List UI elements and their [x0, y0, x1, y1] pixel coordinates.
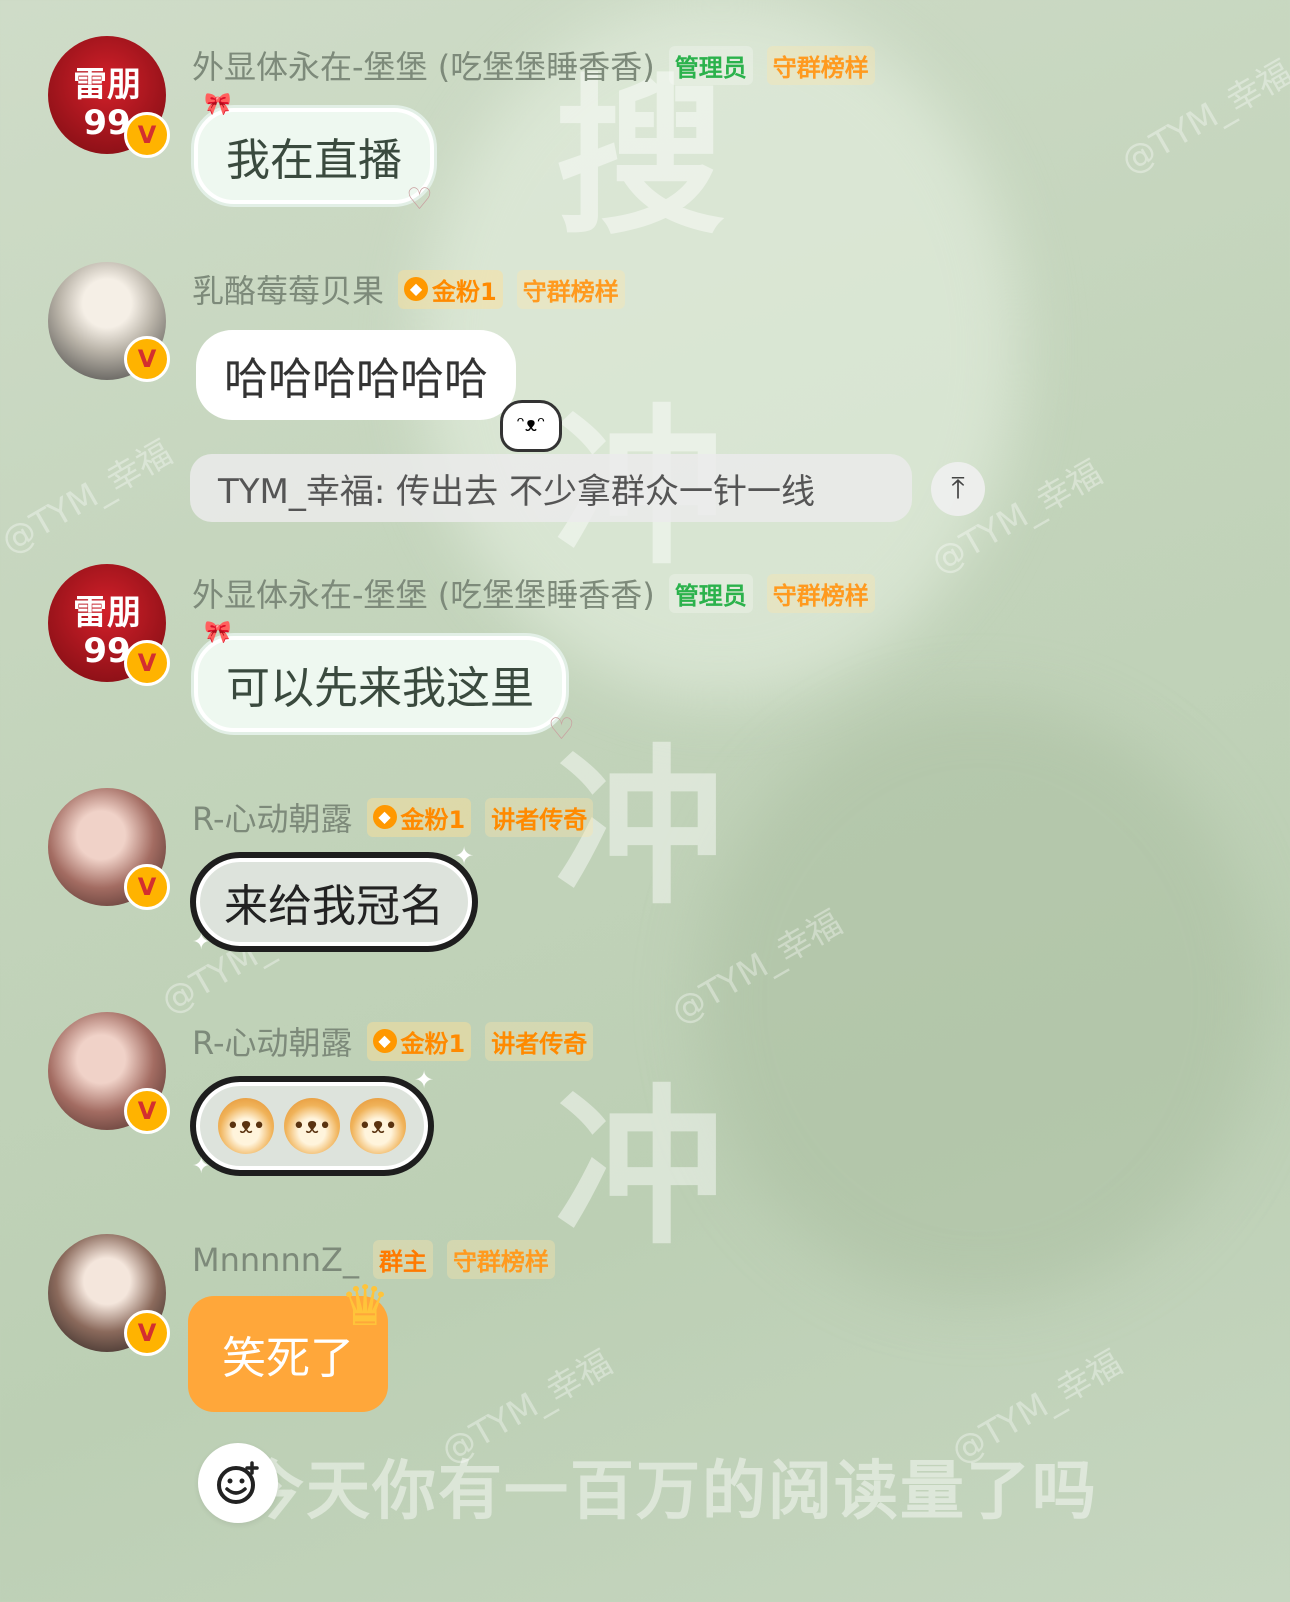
name-row: R-心动朝露 ◆ 金粉1 讲者传奇: [192, 794, 594, 840]
username[interactable]: MnnnnnZ_: [192, 1241, 359, 1279]
message-text: 我在直播: [226, 135, 402, 186]
vip-badge-icon: V: [124, 1310, 170, 1356]
username[interactable]: 乳酪莓莓贝果: [192, 266, 384, 312]
message-text: 来给我冠名: [224, 881, 444, 932]
legend-tag: 讲者传奇: [485, 1021, 594, 1061]
message-text: 笑死了: [222, 1333, 354, 1384]
name-row: 外显体永在-堡堡 (吃堡堡睡香香) 管理员 守群榜样: [192, 42, 875, 88]
sparkle-icon: ✦: [192, 1154, 211, 1179]
name-row: 外显体永在-堡堡 (吃堡堡睡香香) 管理员 守群榜样: [192, 570, 875, 616]
fan-level-label: 金粉1: [400, 1029, 466, 1058]
username[interactable]: 外显体永在-堡堡 (吃堡堡睡香香): [192, 42, 655, 88]
fan-level-tag: ◆ 金粉1: [366, 797, 472, 837]
watermark: @TYM_幸福: [1114, 52, 1290, 183]
vip-badge-icon: V: [124, 1088, 170, 1134]
guard-tag: 守群榜样: [446, 1240, 555, 1279]
guard-tag: 守群榜样: [766, 45, 875, 85]
heart-ornament-icon: ♡: [548, 712, 575, 747]
emoji-add-button[interactable]: [198, 1443, 278, 1523]
name-row: R-心动朝露 ◆ 金粉1 讲者传奇: [192, 1018, 594, 1064]
sparkle-icon: ✦: [192, 930, 211, 955]
background-caption: 今天你有一百万的阅读量了吗: [240, 1455, 1098, 1529]
heart-ornament-icon: ♡: [406, 182, 433, 217]
admin-tag: 管理员: [668, 45, 753, 85]
dog-emoji-icon: •ᴥ•: [218, 1098, 274, 1154]
quoted-reply[interactable]: TYM_幸福: 传出去 不少拿群众一针一线: [190, 454, 912, 522]
cat-sticker-icon: ᵔᴥᵔ: [500, 400, 562, 452]
sparkle-icon: ✦: [454, 842, 475, 870]
name-row: 乳酪莓莓贝果 ◆ 金粉1 守群榜样: [192, 266, 625, 312]
fan-level-label: 金粉1: [432, 277, 497, 306]
dog-emoji-icon: •ᴥ•: [350, 1098, 406, 1154]
vip-badge-icon: V: [124, 640, 170, 686]
scroll-to-quote-icon[interactable]: ⤒: [931, 462, 985, 516]
message-bubble[interactable]: 哈哈哈哈哈哈: [196, 330, 516, 420]
username[interactable]: R-心动朝露: [192, 794, 353, 840]
message-text: 哈哈哈哈哈哈: [224, 354, 488, 405]
bow-icon: 🎀: [204, 620, 232, 645]
username[interactable]: R-心动朝露: [192, 1018, 353, 1064]
vip-badge-icon: V: [124, 112, 170, 158]
bg-big-char: 冲: [555, 1070, 726, 1268]
diamond-icon: ◆: [404, 277, 429, 301]
admin-tag: 管理员: [668, 573, 753, 613]
fan-level-tag: ◆ 金粉1: [398, 269, 503, 309]
watermark: @TYM_幸福: [0, 432, 179, 563]
dog-emoji-icon: •ᴥ•: [284, 1098, 340, 1154]
fan-level-label: 金粉1: [400, 805, 466, 834]
diamond-icon: ◆: [372, 805, 397, 829]
fan-level-tag: ◆ 金粉1: [366, 1021, 472, 1061]
guard-tag: 守群榜样: [766, 573, 875, 613]
guard-tag: 守群榜样: [516, 269, 625, 309]
bg-blob-dark: [700, 700, 1260, 1300]
message-bubble[interactable]: •ᴥ• •ᴥ• •ᴥ•: [190, 1076, 434, 1176]
vip-badge-icon: V: [124, 336, 170, 382]
message-text: 可以先来我这里: [226, 663, 534, 714]
message-bubble[interactable]: 可以先来我这里: [194, 636, 566, 732]
bow-icon: 🎀: [204, 92, 232, 117]
crown-icon: ♛: [340, 1274, 391, 1339]
legend-tag: 讲者传奇: [485, 797, 594, 837]
vip-badge-icon: V: [124, 864, 170, 910]
diamond-icon: ◆: [372, 1029, 397, 1053]
sparkle-icon: ✦: [414, 1066, 435, 1094]
quoted-reply-text: TYM_幸福: 传出去 不少拿群众一针一线: [218, 471, 815, 512]
username[interactable]: 外显体永在-堡堡 (吃堡堡睡香香): [192, 570, 655, 616]
emoji-plus-icon: [217, 1461, 259, 1504]
message-bubble[interactable]: 来给我冠名: [190, 852, 478, 952]
message-bubble[interactable]: 我在直播: [194, 108, 434, 204]
